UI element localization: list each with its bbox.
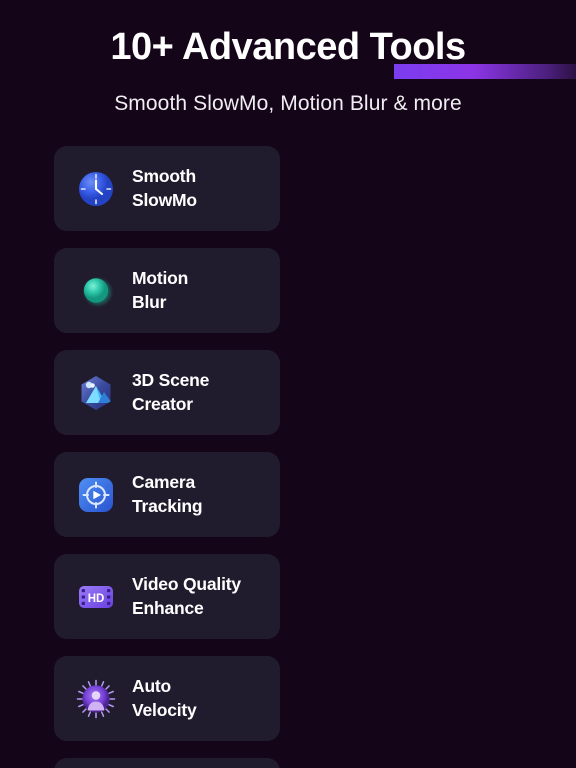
crosshair-play-icon — [76, 475, 116, 515]
sphere-blur-icon — [76, 271, 116, 311]
app-screen: 10+ Advanced Tools Smooth SlowMo, Motion… — [0, 0, 576, 768]
page-title: 10+ Advanced Tools — [110, 26, 466, 68]
tool-card-smooth-slowmo[interactable]: Smooth SlowMo — [54, 146, 280, 231]
tool-card-motion-blur[interactable]: Motion Blur — [54, 248, 280, 333]
tool-label: Camera Tracking — [132, 472, 203, 516]
radial-burst-person-icon — [76, 679, 116, 719]
tool-label: Motion Blur — [132, 268, 189, 312]
tool-label: Smooth SlowMo — [132, 166, 197, 210]
tool-card-camera-tracking[interactable]: Camera Tracking — [54, 452, 280, 537]
tool-card-coloring-lab[interactable]: Coloring Lab — [54, 758, 280, 768]
header: 10+ Advanced Tools Smooth SlowMo, Motion… — [0, 0, 576, 116]
tools-grid: Smooth SlowMo Motion Blur 3D Scene Creat… — [54, 146, 522, 768]
tool-card-3d-scene-creator[interactable]: 3D Scene Creator — [54, 350, 280, 435]
tool-card-auto-velocity[interactable]: Auto Velocity — [54, 656, 280, 741]
tool-label: Video Quality Enhance — [132, 574, 241, 618]
page-title-wrap: 10+ Advanced Tools — [106, 26, 576, 79]
tool-label: Auto Velocity — [132, 676, 197, 720]
clock-icon — [76, 169, 116, 209]
tool-label: 3D Scene Creator — [132, 370, 210, 414]
hd-filmstrip-icon: HD — [76, 577, 116, 617]
tool-card-video-quality-enhance[interactable]: HD Video Quality Enhance — [54, 554, 280, 639]
cube-landscape-icon — [76, 373, 116, 413]
page-subtitle: Smooth SlowMo, Motion Blur & more — [114, 91, 462, 115]
svg-text:HD: HD — [88, 593, 105, 605]
